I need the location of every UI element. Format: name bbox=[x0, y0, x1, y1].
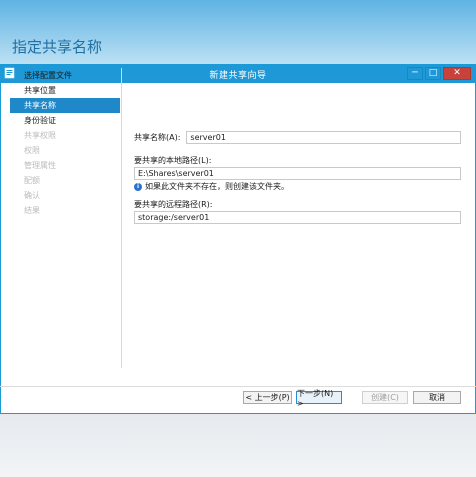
step-share-permissions: 共享权限 bbox=[24, 131, 56, 140]
step-confirmation: 确认 bbox=[24, 191, 40, 200]
info-text: 如果此文件夹不存在，则创建该文件夹。 bbox=[145, 182, 289, 191]
step-authentication[interactable]: 身份验证 bbox=[10, 113, 120, 128]
step-management-properties: 管理属性 bbox=[24, 161, 56, 170]
step-results: 结果 bbox=[24, 206, 40, 215]
footer-separator bbox=[0, 386, 476, 387]
remote-path-label: 要共享的远程路径(R): bbox=[134, 200, 213, 209]
step-share-location[interactable]: 共享位置 bbox=[10, 83, 120, 98]
info-message: i 如果此文件夹不存在，则创建该文件夹。 bbox=[134, 181, 289, 192]
minimize-button[interactable]: ─ bbox=[407, 67, 423, 80]
share-name-input[interactable]: server01 bbox=[186, 131, 462, 144]
share-name-label: 共享名称(A): bbox=[134, 133, 181, 142]
page-heading: 指定共享名称 bbox=[12, 38, 103, 56]
create-button: 创建(C) bbox=[362, 391, 408, 404]
close-button[interactable]: ✕ bbox=[443, 67, 471, 80]
remote-path-input[interactable]: storage:/server01 bbox=[134, 211, 461, 224]
previous-button[interactable]: < 上一步(P) bbox=[243, 391, 292, 404]
next-button[interactable]: 下一步(N) > bbox=[296, 389, 342, 408]
step-share-name[interactable]: 共享名称 bbox=[10, 98, 120, 113]
desktop-background-bottom bbox=[0, 414, 476, 477]
local-path-input[interactable]: E:\Shares\server01 bbox=[134, 167, 461, 180]
step-quota: 配额 bbox=[24, 176, 40, 185]
cancel-button[interactable]: 取消 bbox=[413, 391, 461, 404]
window-title: 新建共享向导 bbox=[209, 70, 267, 81]
vertical-divider bbox=[121, 68, 122, 368]
wizard-steps: 选择配置文件 共享位置 共享名称 身份验证 共享权限 权限 管理属性 配额 确认… bbox=[10, 68, 120, 218]
window-controls: ─ □ ✕ bbox=[407, 67, 471, 80]
info-icon: i bbox=[134, 182, 142, 191]
local-path-label: 要共享的本地路径(L): bbox=[134, 156, 212, 165]
maximize-button[interactable]: □ bbox=[425, 67, 441, 80]
step-select-profile[interactable]: 选择配置文件 bbox=[10, 68, 120, 83]
step-permissions: 权限 bbox=[24, 146, 40, 155]
